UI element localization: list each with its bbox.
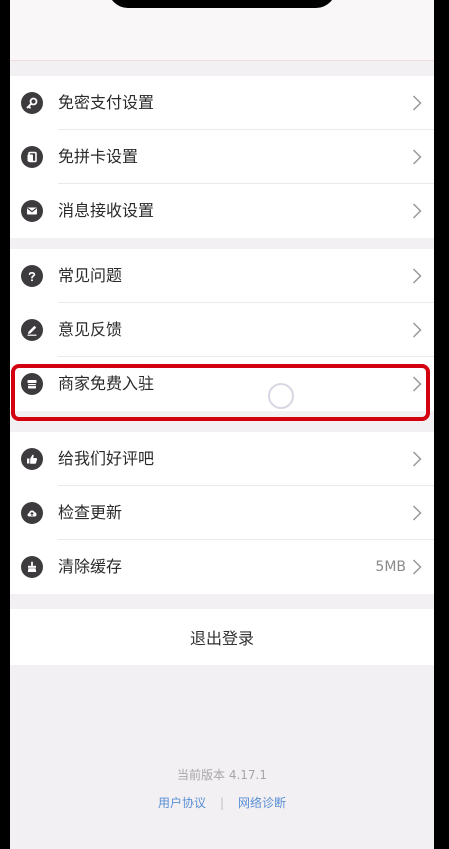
header-area [10, 0, 434, 60]
pencil-icon [21, 319, 43, 341]
app-version: 当前版本 4.17.1 [177, 768, 267, 782]
card-icon [21, 146, 43, 168]
chevron-right-icon [412, 149, 422, 165]
user-agreement-link[interactable]: 用户协议 [158, 794, 206, 811]
thumbs-up-icon [21, 448, 43, 470]
setting-label: 检查更新 [58, 503, 123, 522]
chevron-right-icon [412, 505, 422, 521]
setting-row-faq[interactable]: 常见问题 [10, 249, 434, 303]
setting-row-feedback[interactable]: 意见反馈 [10, 303, 434, 357]
device-notch [108, 0, 336, 8]
setting-label: 消息接收设置 [58, 201, 155, 220]
chevron-right-icon [412, 451, 422, 467]
setting-row-check-update[interactable]: 检查更新 [10, 486, 434, 540]
chevron-right-icon [412, 95, 422, 111]
setting-label: 意见反馈 [58, 320, 123, 339]
chevron-right-icon [412, 559, 422, 575]
setting-label: 免拼卡设置 [58, 147, 139, 166]
key-icon [21, 92, 43, 114]
cache-size-value: 5MB [375, 559, 406, 575]
setting-row-password-free-pay[interactable]: 免密支付设置 [10, 76, 434, 130]
network-diagnosis-link[interactable]: 网络诊断 [238, 794, 286, 811]
chevron-right-icon [412, 203, 422, 219]
phone-frame: 免密支付设置 免拼卡设置 消息接收设置 常见问题 意见反馈 商家免费入驻 给我们… [0, 0, 449, 849]
setting-label: 给我们好评吧 [58, 449, 155, 468]
chevron-right-icon [412, 268, 422, 284]
header-divider [10, 60, 434, 61]
chevron-right-icon [412, 322, 422, 338]
setting-row-message-receive[interactable]: 消息接收设置 [10, 184, 434, 238]
logout-button[interactable]: 退出登录 [10, 609, 434, 665]
setting-row-free-group-card[interactable]: 免拼卡设置 [10, 130, 434, 184]
settings-group-app: 给我们好评吧 检查更新 清除缓存 5MB [10, 432, 434, 594]
settings-screen: 免密支付设置 免拼卡设置 消息接收设置 常见问题 意见反馈 商家免费入驻 给我们… [10, 0, 434, 849]
setting-row-clear-cache[interactable]: 清除缓存 5MB [10, 540, 434, 594]
question-icon [21, 265, 43, 287]
setting-label: 清除缓存 [58, 557, 123, 576]
footer-links: 用户协议 | 网络诊断 [10, 794, 434, 811]
highlight-box [11, 364, 430, 421]
setting-label: 常见问题 [58, 266, 123, 285]
settings-group-payment: 免密支付设置 免拼卡设置 消息接收设置 [10, 76, 434, 238]
link-separator: | [219, 795, 225, 810]
broom-icon [21, 556, 43, 578]
setting-row-rate-us[interactable]: 给我们好评吧 [10, 432, 434, 486]
upload-icon [21, 502, 43, 524]
mail-icon [21, 200, 43, 222]
setting-label: 免密支付设置 [58, 93, 155, 112]
